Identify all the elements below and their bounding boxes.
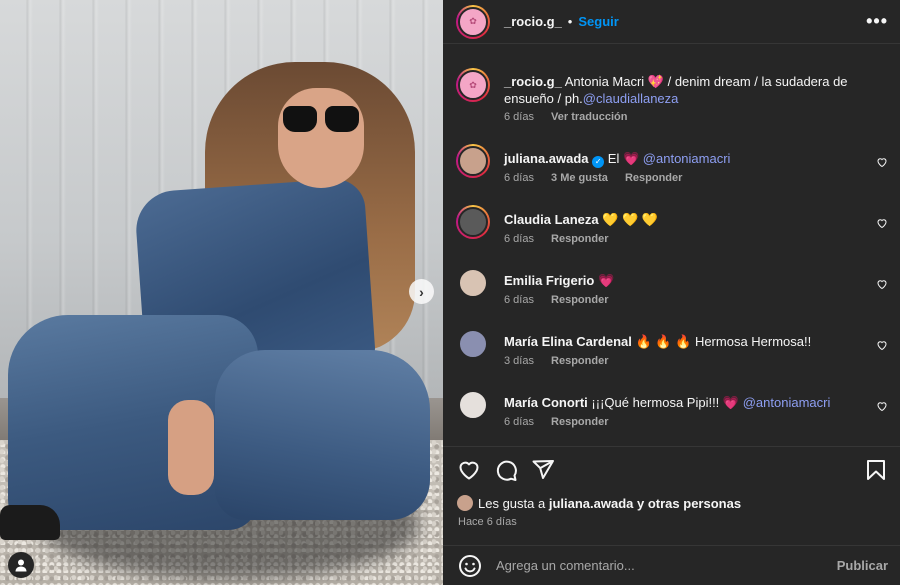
- model-shoe: [0, 505, 60, 540]
- comment-emoji: 🔥 🔥 🔥: [635, 334, 692, 349]
- liker-username[interactable]: juliana.awada: [549, 496, 634, 511]
- comment-icon[interactable]: [494, 458, 518, 482]
- comment-body: Hermosa Hermosa!!: [694, 334, 812, 349]
- sunglasses: [283, 106, 359, 134]
- comment-item: Claudia Laneza 💛 💛 💛 6 días Responder: [456, 205, 888, 255]
- comment-emoji: 💛 💛 💛: [602, 212, 659, 227]
- comment-like-icon[interactable]: [876, 278, 888, 290]
- comment-like-count[interactable]: 3 Me gusta: [551, 172, 608, 184]
- comment-time[interactable]: 6 días: [504, 233, 534, 245]
- caption-username[interactable]: _rocio.g_: [504, 74, 562, 89]
- emoji-icon[interactable]: [458, 554, 482, 578]
- comment-text: María Conorti ¡¡¡Qué hermosa Pipi!!! 💗 @…: [504, 394, 862, 411]
- comment-time[interactable]: 3 días: [504, 355, 534, 367]
- publish-button[interactable]: Publicar: [837, 558, 888, 573]
- comment-emoji: 💗: [722, 395, 740, 410]
- comment-text: María Elina Cardenal 🔥 🔥 🔥 Hermosa Hermo…: [504, 333, 862, 350]
- commenter-avatar[interactable]: [456, 327, 490, 361]
- verified-badge-icon: ✓: [592, 156, 605, 168]
- comment-mention[interactable]: @antoniamacri: [743, 395, 831, 410]
- likes-others-link[interactable]: y otras personas: [637, 496, 741, 511]
- comment-meta: 6 días Responder: [504, 416, 623, 428]
- model-pants-right: [215, 350, 430, 520]
- commenter-avatar[interactable]: [456, 205, 490, 239]
- comment-like-icon[interactable]: [876, 156, 888, 168]
- commenter-avatar[interactable]: [456, 266, 490, 300]
- caption: ✿ _rocio.g_ Antonia Macri 💖 / denim drea…: [456, 68, 888, 128]
- commenter-username[interactable]: Emilia Frigerio: [504, 273, 594, 288]
- comment-time[interactable]: 6 días: [504, 416, 534, 428]
- comment-meta: 6 días 3 Me gusta Responder: [504, 172, 696, 184]
- next-photo-button[interactable]: ›: [409, 279, 434, 304]
- caption-avatar[interactable]: ✿: [456, 68, 490, 102]
- post-modal: › ✿ _rocio.g_ • Seguir ••• ✿ _rocio.g_ A…: [0, 0, 900, 585]
- bookmark-icon[interactable]: [864, 458, 888, 482]
- comment-meta: 6 días Responder: [504, 294, 623, 306]
- user-tag-icon: [15, 559, 27, 572]
- post-header: ✿ _rocio.g_ • Seguir •••: [443, 0, 900, 44]
- commenter-username[interactable]: María Elina Cardenal: [504, 334, 632, 349]
- comment-emoji: 💗: [597, 273, 615, 288]
- comment-input[interactable]: [496, 558, 837, 573]
- action-bar: [443, 446, 900, 494]
- avatar-logo-icon: ✿: [469, 79, 477, 90]
- avatar-logo-icon: ✿: [469, 16, 477, 26]
- model-face: [278, 88, 364, 188]
- commenter-avatar[interactable]: [456, 144, 490, 178]
- reply-button[interactable]: Responder: [551, 416, 608, 428]
- post-time[interactable]: Hace 6 días: [458, 516, 517, 528]
- post-photo[interactable]: ›: [0, 0, 443, 585]
- comment-item: Emilia Frigerio 💗 6 días Responder: [456, 266, 888, 316]
- follow-button[interactable]: Seguir: [578, 14, 618, 29]
- author-avatar[interactable]: ✿: [456, 4, 490, 39]
- comment-time[interactable]: 6 días: [504, 172, 534, 184]
- commenter-username[interactable]: Claudia Laneza: [504, 212, 599, 227]
- commenter-username[interactable]: María Conorti: [504, 395, 588, 410]
- comment-emoji: 💗: [622, 151, 640, 166]
- caption-meta: 6 días Ver traducción: [504, 111, 641, 123]
- comment-item: María Elina Cardenal 🔥 🔥 🔥 Hermosa Hermo…: [456, 327, 888, 377]
- model-hand: [168, 400, 214, 495]
- comment-item: María Conorti ¡¡¡Qué hermosa Pipi!!! 💗 @…: [456, 388, 888, 438]
- comment-text: Claudia Laneza 💛 💛 💛: [504, 211, 862, 228]
- likes-prefix: Les gusta a: [478, 495, 546, 511]
- comment-text: juliana.awada ✓ El 💗 @antoniamacri: [504, 150, 862, 168]
- reply-button[interactable]: Responder: [625, 172, 682, 184]
- comment-like-icon[interactable]: [876, 400, 888, 412]
- comment-meta: 6 días Responder: [504, 233, 623, 245]
- reply-button[interactable]: Responder: [551, 233, 608, 245]
- comments-panel: ✿ _rocio.g_ • Seguir ••• ✿ _rocio.g_ Ant…: [443, 0, 900, 585]
- comment-meta: 3 días Responder: [504, 355, 623, 367]
- likes-summary: Les gusta a juliana.awada y otras person…: [456, 494, 741, 512]
- comment-item: juliana.awada ✓ El 💗 @antoniamacri 6 día…: [456, 144, 888, 194]
- comment-like-icon[interactable]: [876, 217, 888, 229]
- caption-time[interactable]: 6 días: [504, 111, 534, 123]
- caption-mention[interactable]: @claudiallaneza: [583, 91, 679, 106]
- comment-time[interactable]: 6 días: [504, 294, 534, 306]
- comment-text: Emilia Frigerio 💗: [504, 272, 862, 289]
- liker-avatar[interactable]: [456, 494, 474, 512]
- separator-dot: •: [567, 14, 573, 29]
- translate-link[interactable]: Ver traducción: [551, 111, 627, 123]
- author-username[interactable]: _rocio.g_: [504, 14, 562, 29]
- heart-icon[interactable]: [457, 458, 481, 482]
- comment-composer: Publicar: [443, 545, 900, 585]
- caption-text: _rocio.g_ Antonia Macri 💖 / denim dream …: [504, 73, 862, 107]
- commenter-username[interactable]: juliana.awada: [504, 151, 589, 166]
- tagged-users-button[interactable]: [8, 552, 34, 578]
- comment-body: El: [607, 151, 620, 166]
- share-icon[interactable]: [531, 458, 555, 482]
- reply-button[interactable]: Responder: [551, 294, 608, 306]
- reply-button[interactable]: Responder: [551, 355, 608, 367]
- chevron-right-icon: ›: [419, 283, 424, 300]
- comment-body: ¡¡¡Qué hermosa Pipi!!!: [591, 395, 720, 410]
- commenter-avatar[interactable]: [456, 388, 490, 422]
- comment-mention[interactable]: @antoniamacri: [643, 151, 731, 166]
- comment-like-icon[interactable]: [876, 339, 888, 351]
- more-options-icon[interactable]: •••: [866, 11, 888, 32]
